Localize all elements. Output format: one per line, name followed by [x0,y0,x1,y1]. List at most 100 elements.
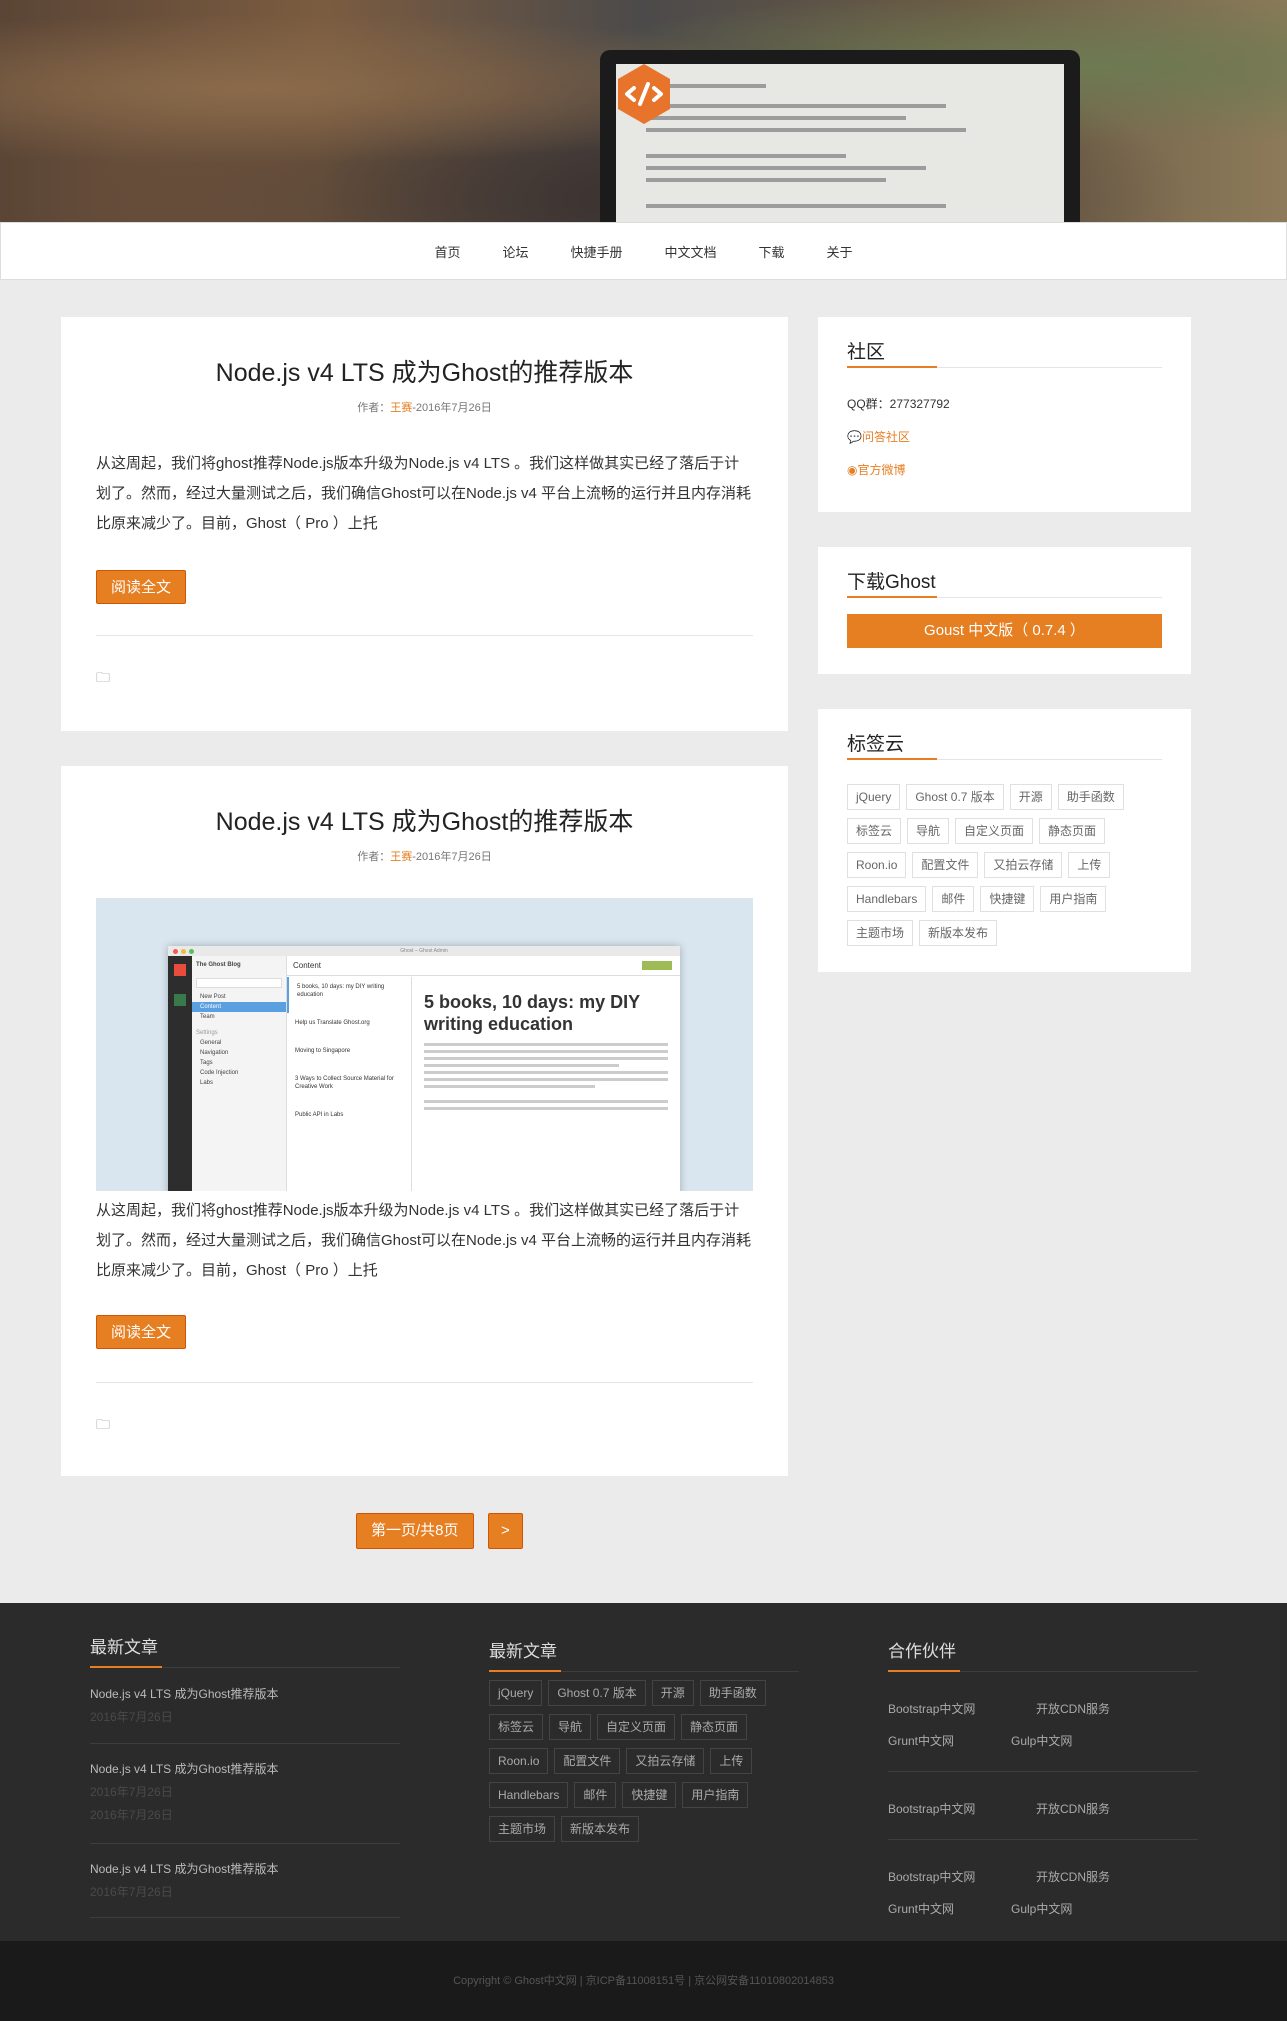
widget-title: 下载Ghost [847,572,936,593]
tag[interactable]: 助手函数 [1057,784,1124,810]
partner-link[interactable]: Grunt中文网 [888,1900,954,1917]
tag[interactable]: 开源 [651,1680,694,1706]
author-link[interactable]: 王赛 [390,851,412,863]
site-logo-icon[interactable] [612,62,676,126]
tag[interactable]: 新版本发布 [919,920,998,946]
tag[interactable]: 导航 [907,818,950,844]
tag[interactable]: Roon.io [847,852,907,878]
nav-item-forum[interactable]: 论坛 [502,242,528,261]
download-button[interactable]: Goust 中文版（ 0.7.4 ） [847,614,1162,648]
post-date: -2016年7月26日 [412,402,492,414]
widget-title: 标签云 [847,734,905,755]
sidebar-item-general: General [200,1040,222,1046]
post-list-item: Help us Translate Ghost.org [295,1020,370,1026]
post-title[interactable]: Node.js v4 LTS 成为Ghost的推荐版本 [61,353,788,389]
blog-name: The Ghost Blog [196,962,241,968]
sidebar-item-navigation: Navigation [200,1050,229,1056]
download-widget: 下载Ghost Goust 中文版（ 0.7.4 ） [818,547,1191,674]
partner-link[interactable]: Bootstrap中文网 [888,1700,975,1717]
tag[interactable]: 配置文件 [554,1748,621,1774]
tag[interactable]: 主题市场 [489,1816,556,1842]
tag-cloud-widget: 标签云 jQuery Ghost 0.7 版本 开源 助手函数标签云 导航 自定义页面 静态… [818,709,1191,972]
tag[interactable]: 快捷键 [980,886,1035,912]
author-prefix: 作者： [357,402,391,414]
footer-article-date: 2016年7月26日 [90,1885,173,1899]
qq-group: QQ群：277327792 [847,397,950,411]
author-link[interactable]: 王赛 [390,402,412,414]
footer-latest-articles: 最新文章 [90,1633,400,1658]
nav-item-download[interactable]: 下载 [759,242,785,261]
nav-item-home[interactable]: 首页 [434,242,460,261]
tag[interactable]: 静态页面 [1039,818,1106,844]
tag[interactable]: 自定义页面 [955,818,1034,844]
folder-icon[interactable]: 🗀 [96,667,110,691]
post-meta: 作者：王赛-2016年7月26日 [61,848,788,864]
footer-article: Node.js v4 LTS 成为Ghost推荐版本 2016年7月26日 20… [90,1760,400,1823]
post-list-item: Public API in Labs [295,1112,344,1118]
post-excerpt: 从这周起，我们将ghost推荐Node.js版本升级为Node.js v4 LT… [96,455,752,532]
tag[interactable]: Handlebars [847,886,927,912]
partner-link[interactable]: Gulp中文网 [1011,1732,1072,1749]
weibo-link[interactable]: ◉官方微博 [847,461,906,478]
tag[interactable]: Ghost 0.7 版本 [906,784,1004,810]
tag[interactable]: 又拍云存储 [626,1748,705,1774]
tag[interactable]: 开源 [1009,784,1052,810]
sidebar-item-labs: Labs [200,1080,214,1086]
tag[interactable]: 标签云 [489,1714,544,1740]
post-card: Node.js v4 LTS 成为Ghost的推荐版本 作者：王赛-2016年7… [61,317,788,731]
tag[interactable]: 新版本发布 [561,1816,640,1842]
tag[interactable]: Roon.io [489,1748,549,1774]
footer-article: Node.js v4 LTS 成为Ghost推荐版本 2016年7月26日 [90,1685,400,1725]
post-excerpt: 从这周起，我们将ghost推荐Node.js版本升级为Node.js v4 LT… [96,1202,752,1279]
chat-icon: 💬 [847,430,862,444]
footer-partners: 合作伙伴 [888,1637,1198,1662]
pagination-next-button[interactable]: > [488,1513,523,1549]
footer-article: Node.js v4 LTS 成为Ghost推荐版本 2016年7月26日 [90,1860,400,1900]
tag[interactable]: 上传 [1068,852,1111,878]
post-list-item: 3 Ways to Collect Source Material for Cr… [295,1076,394,1090]
nav-item-about[interactable]: 关于 [827,242,853,261]
post-list-item: Moving to Singapore [295,1048,351,1054]
post-feature-image[interactable]: Ghost – Ghost Admin The Ghost Blog New P… [96,898,753,1191]
folder-icon[interactable]: 🗀 [96,1414,110,1438]
tag[interactable]: jQuery [489,1680,543,1706]
footer-article-title[interactable]: Node.js v4 LTS 成为Ghost推荐版本 [90,1860,400,1877]
partner-link[interactable]: 开放CDN服务 [1036,1800,1110,1817]
tag[interactable]: 配置文件 [912,852,979,878]
tag[interactable]: 邮件 [574,1782,617,1808]
tag[interactable]: 又拍云存储 [984,852,1063,878]
tag[interactable]: 助手函数 [699,1680,766,1706]
partner-link[interactable]: Grunt中文网 [888,1732,954,1749]
tag[interactable]: 静态页面 [681,1714,748,1740]
tag[interactable]: 导航 [549,1714,592,1740]
tag[interactable]: 主题市场 [847,920,914,946]
tag[interactable]: 用户指南 [1040,886,1107,912]
post-title[interactable]: Node.js v4 LTS 成为Ghost的推荐版本 [61,802,788,838]
nav-item-manual[interactable]: 快捷手册 [570,242,622,261]
pagination-current[interactable]: 第一页/共8页 [356,1513,474,1549]
footer-article-title[interactable]: Node.js v4 LTS 成为Ghost推荐版本 [90,1685,400,1702]
partner-link[interactable]: 开放CDN服务 [1036,1700,1110,1717]
forum-link[interactable]: 💬问答社区 [847,428,910,445]
tag[interactable]: Handlebars [489,1782,569,1808]
tag[interactable]: Ghost 0.7 版本 [548,1680,646,1706]
tag[interactable]: 自定义页面 [597,1714,676,1740]
partner-link[interactable]: 开放CDN服务 [1036,1868,1110,1885]
divider [96,1382,753,1383]
read-more-button[interactable]: 阅读全文 [96,570,187,604]
tag[interactable]: jQuery [847,784,901,810]
nav-item-docs[interactable]: 中文文档 [665,242,717,261]
tag[interactable]: 上传 [710,1748,753,1774]
community-widget: 社区 QQ群：277327792 💬问答社区 ◉官方微博 [818,317,1191,512]
partner-link[interactable]: Bootstrap中文网 [888,1800,975,1817]
partner-link[interactable]: Bootstrap中文网 [888,1868,975,1885]
read-more-button[interactable]: 阅读全文 [96,1315,187,1349]
tag[interactable]: 快捷键 [622,1782,677,1808]
divider [96,635,753,636]
footer-title: 最新文章 [489,1642,557,1661]
tag[interactable]: 用户指南 [682,1782,749,1808]
tag[interactable]: 标签云 [847,818,902,844]
footer-article-title[interactable]: Node.js v4 LTS 成为Ghost推荐版本 [90,1760,400,1777]
tag[interactable]: 邮件 [932,886,975,912]
partner-link[interactable]: Gulp中文网 [1011,1900,1072,1917]
